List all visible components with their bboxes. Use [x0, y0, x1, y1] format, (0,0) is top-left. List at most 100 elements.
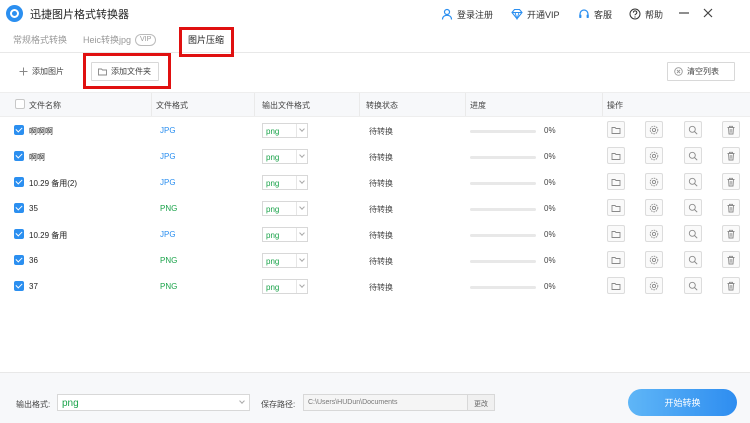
preview-button[interactable]	[684, 121, 702, 138]
output-format-dropdown[interactable]: png	[262, 253, 308, 268]
preview-button[interactable]	[684, 173, 702, 190]
select-all-checkbox[interactable]	[15, 99, 25, 109]
chevron-down-icon	[296, 124, 307, 137]
folder-button[interactable]	[607, 225, 625, 242]
minimize-icon[interactable]	[676, 5, 692, 21]
preview-button[interactable]	[684, 277, 702, 294]
close-icon[interactable]	[700, 5, 716, 21]
folder-button[interactable]	[607, 121, 625, 138]
start-convert-button[interactable]: 开始转换	[628, 389, 737, 416]
delete-button[interactable]	[722, 225, 740, 242]
convert-status: 待转换	[369, 283, 393, 292]
preview-button[interactable]	[684, 199, 702, 216]
folder-button[interactable]	[607, 173, 625, 190]
file-name: 37	[29, 282, 38, 291]
vip-button[interactable]: 开通VIP	[511, 7, 560, 21]
preview-icon	[688, 177, 698, 187]
login-button[interactable]: 登录注册	[441, 7, 493, 21]
table-row: 10.29 备用(2) JPG png 待转换 0%	[0, 169, 750, 195]
settings-button[interactable]	[645, 225, 663, 242]
chevron-down-icon	[296, 254, 307, 267]
settings-button[interactable]	[645, 199, 663, 216]
settings-button[interactable]	[645, 251, 663, 268]
preview-button[interactable]	[684, 225, 702, 242]
add-folder-button[interactable]: 添加文件夹	[91, 62, 159, 81]
chevron-down-icon	[296, 228, 307, 241]
output-format-dropdown[interactable]: png	[262, 279, 308, 294]
chevron-down-icon	[237, 395, 249, 410]
settings-icon	[649, 255, 659, 265]
clear-list-button[interactable]: 清空列表	[667, 62, 735, 81]
folder-icon	[611, 283, 621, 290]
progress-percent: 0%	[544, 204, 556, 213]
settings-button[interactable]	[645, 173, 663, 190]
output-format-value: png	[266, 231, 280, 240]
row-checkbox[interactable]	[14, 177, 24, 187]
delete-button[interactable]	[722, 173, 740, 190]
tab-heic-to-jpg[interactable]: Heic转换jpg VIP	[83, 33, 157, 46]
progress-percent: 0%	[544, 256, 556, 265]
settings-icon	[649, 229, 659, 239]
vip-label: 开通VIP	[527, 9, 560, 20]
output-format-select[interactable]: png	[57, 394, 250, 411]
file-format: JPG	[160, 230, 176, 239]
service-button[interactable]: 客服	[578, 7, 612, 21]
help-button[interactable]: 帮助	[629, 7, 663, 21]
preview-button[interactable]	[684, 147, 702, 164]
folder-button[interactable]	[607, 277, 625, 294]
preview-icon	[688, 125, 698, 135]
delete-button[interactable]	[722, 277, 740, 294]
column-divider	[151, 93, 152, 116]
output-format-value: png	[266, 179, 280, 188]
output-format-dropdown[interactable]: png	[262, 175, 308, 190]
settings-button[interactable]	[645, 147, 663, 164]
row-checkbox[interactable]	[14, 229, 24, 239]
folder-icon	[611, 231, 621, 238]
change-path-button[interactable]: 更改	[467, 394, 495, 411]
tab-regular-convert[interactable]: 常规格式转换	[13, 33, 67, 46]
delete-button[interactable]	[722, 121, 740, 138]
column-header-output-format: 输出文件格式	[262, 101, 310, 110]
row-checkbox[interactable]	[14, 151, 24, 161]
progress-bar	[470, 234, 536, 237]
output-format-dropdown[interactable]: png	[262, 227, 308, 242]
save-path-field[interactable]: C:\Users\HUDun\Documents	[303, 394, 468, 411]
delete-icon	[727, 125, 735, 135]
folder-button[interactable]	[607, 147, 625, 164]
tab-label: Heic转换jpg	[83, 35, 132, 45]
folder-button[interactable]	[607, 199, 625, 216]
settings-button[interactable]	[645, 277, 663, 294]
row-checkbox[interactable]	[14, 281, 24, 291]
delete-button[interactable]	[722, 147, 740, 164]
file-name: 10.29 备用(2)	[29, 179, 78, 188]
add-image-button[interactable]: 添加图片	[15, 62, 70, 81]
login-label: 登录注册	[457, 9, 494, 20]
row-checkbox[interactable]	[14, 125, 24, 135]
output-format-dropdown[interactable]: png	[262, 123, 308, 138]
mode-tabs: 常规格式转换 Heic转换jpg VIP 图片压缩	[0, 27, 750, 53]
folder-button[interactable]	[607, 251, 625, 268]
delete-icon	[727, 151, 735, 161]
settings-icon	[649, 151, 659, 161]
output-format-dropdown[interactable]: png	[262, 149, 308, 164]
column-divider	[602, 93, 603, 116]
file-format: JPG	[160, 126, 176, 135]
row-checkbox[interactable]	[14, 255, 24, 265]
delete-button[interactable]	[722, 251, 740, 268]
file-format: PNG	[160, 256, 178, 265]
progress-percent: 0%	[544, 152, 556, 161]
file-format: JPG	[160, 178, 176, 187]
row-checkbox[interactable]	[14, 203, 24, 213]
delete-button[interactable]	[722, 199, 740, 216]
column-header-progress: 进度	[470, 101, 486, 110]
tab-image-compress[interactable]: 图片压缩	[188, 33, 224, 46]
output-format-dropdown[interactable]: png	[262, 201, 308, 216]
settings-button[interactable]	[645, 121, 663, 138]
preview-button[interactable]	[684, 251, 702, 268]
chevron-down-icon	[296, 150, 307, 163]
settings-icon	[649, 177, 659, 187]
progress-bar	[470, 182, 536, 185]
progress-percent: 0%	[544, 230, 556, 239]
output-format-value: png	[266, 153, 280, 162]
output-format-value: png	[62, 398, 79, 409]
